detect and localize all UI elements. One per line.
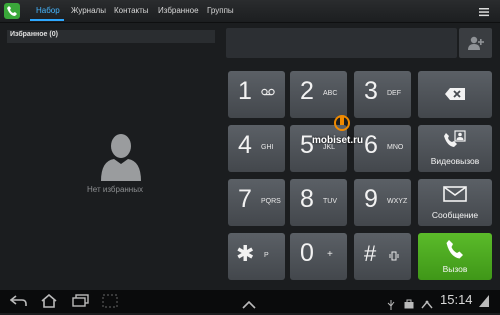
- backspace-icon: [444, 87, 466, 106]
- call-button[interactable]: Вызов: [418, 233, 492, 280]
- key-letters: GHI: [261, 144, 274, 151]
- briefcase-icon: [404, 296, 414, 314]
- video-call-button[interactable]: Видеовызов: [418, 125, 492, 172]
- tab-contacts[interactable]: Контакты: [114, 0, 149, 22]
- video-call-label: Видеовызов: [430, 156, 480, 166]
- key-0[interactable]: 0 +: [290, 233, 347, 280]
- battery-icon: [478, 294, 490, 313]
- key-star[interactable]: ✱ P: [228, 233, 285, 280]
- chevron-up-icon[interactable]: [242, 296, 256, 314]
- status-time: 15:14: [440, 292, 473, 307]
- tab-favorites[interactable]: Избранное: [158, 0, 199, 22]
- key-3[interactable]: 3 DEF: [354, 71, 411, 118]
- key-letters: +: [327, 249, 333, 260]
- key-1[interactable]: 1: [228, 71, 285, 118]
- video-call-icon: [444, 130, 466, 155]
- recent-apps-icon[interactable]: [72, 294, 90, 313]
- tab-groups[interactable]: Группы: [207, 0, 234, 22]
- key-letters: P: [264, 252, 269, 259]
- add-to-contacts-button[interactable]: [459, 28, 492, 58]
- key-digit: 9: [364, 185, 378, 213]
- menu-icon[interactable]: [478, 5, 490, 17]
- key-digit: 2: [300, 77, 314, 105]
- backspace-button[interactable]: [418, 71, 492, 118]
- key-digit: ✱: [236, 241, 255, 266]
- key-digit: 0: [300, 239, 314, 267]
- key-letters: TUV: [323, 198, 337, 205]
- favorites-header: Избранное (0): [7, 30, 215, 43]
- message-label: Сообщение: [431, 210, 479, 220]
- phone-app-icon[interactable]: [4, 3, 20, 19]
- key-letters: PQRS: [261, 198, 281, 205]
- key-letters: DEF: [387, 90, 401, 97]
- home-icon[interactable]: [40, 293, 58, 313]
- watermark-text: mobiset.ru: [312, 135, 364, 146]
- message-button[interactable]: Сообщение: [418, 179, 492, 226]
- number-input-field[interactable]: [226, 28, 457, 58]
- add-contact-icon: [468, 36, 484, 50]
- key-letters: ABC: [323, 90, 338, 97]
- key-digit: 3: [364, 77, 378, 105]
- voicemail-icon: [261, 88, 275, 99]
- key-letters: WXYZ: [387, 198, 408, 205]
- signal-icon: [421, 296, 433, 314]
- no-favorites-text: Нет избранных: [87, 185, 143, 194]
- key-digit: 7: [238, 185, 252, 213]
- screenshot-icon[interactable]: [102, 294, 118, 313]
- key-7[interactable]: 7 PQRS: [228, 179, 285, 226]
- tab-logs[interactable]: Журналы: [71, 0, 106, 22]
- key-digit: 1: [238, 77, 252, 105]
- favorites-header-label: Избранное (0): [10, 31, 58, 38]
- call-label: Вызов: [442, 264, 468, 274]
- avatar-placeholder-icon: [99, 131, 143, 181]
- watermark-logo-icon: [332, 113, 352, 133]
- phone-icon: [446, 239, 464, 264]
- key-8[interactable]: 8 TUV: [290, 179, 347, 226]
- system-bar: 15:14: [0, 290, 500, 313]
- active-tab-indicator: [30, 19, 64, 21]
- usb-icon: [386, 297, 396, 315]
- key-digit: 8: [300, 185, 314, 213]
- key-digit: 6: [364, 131, 378, 159]
- envelope-icon: [443, 186, 467, 207]
- key-hash[interactable]: #: [354, 233, 411, 280]
- top-action-bar: Набор Журналы Контакты Избранное Группы: [0, 0, 500, 23]
- key-9[interactable]: 9 WXYZ: [354, 179, 411, 226]
- key-letters: MNO: [387, 144, 404, 151]
- key-digit: #: [364, 241, 377, 266]
- key-digit: 4: [238, 131, 252, 159]
- key-6[interactable]: 6 MNO: [354, 125, 411, 172]
- back-icon[interactable]: [9, 294, 28, 313]
- vibrate-icon: [389, 251, 399, 264]
- key-4[interactable]: 4 GHI: [228, 125, 285, 172]
- key-2[interactable]: 2 ABC: [290, 71, 347, 118]
